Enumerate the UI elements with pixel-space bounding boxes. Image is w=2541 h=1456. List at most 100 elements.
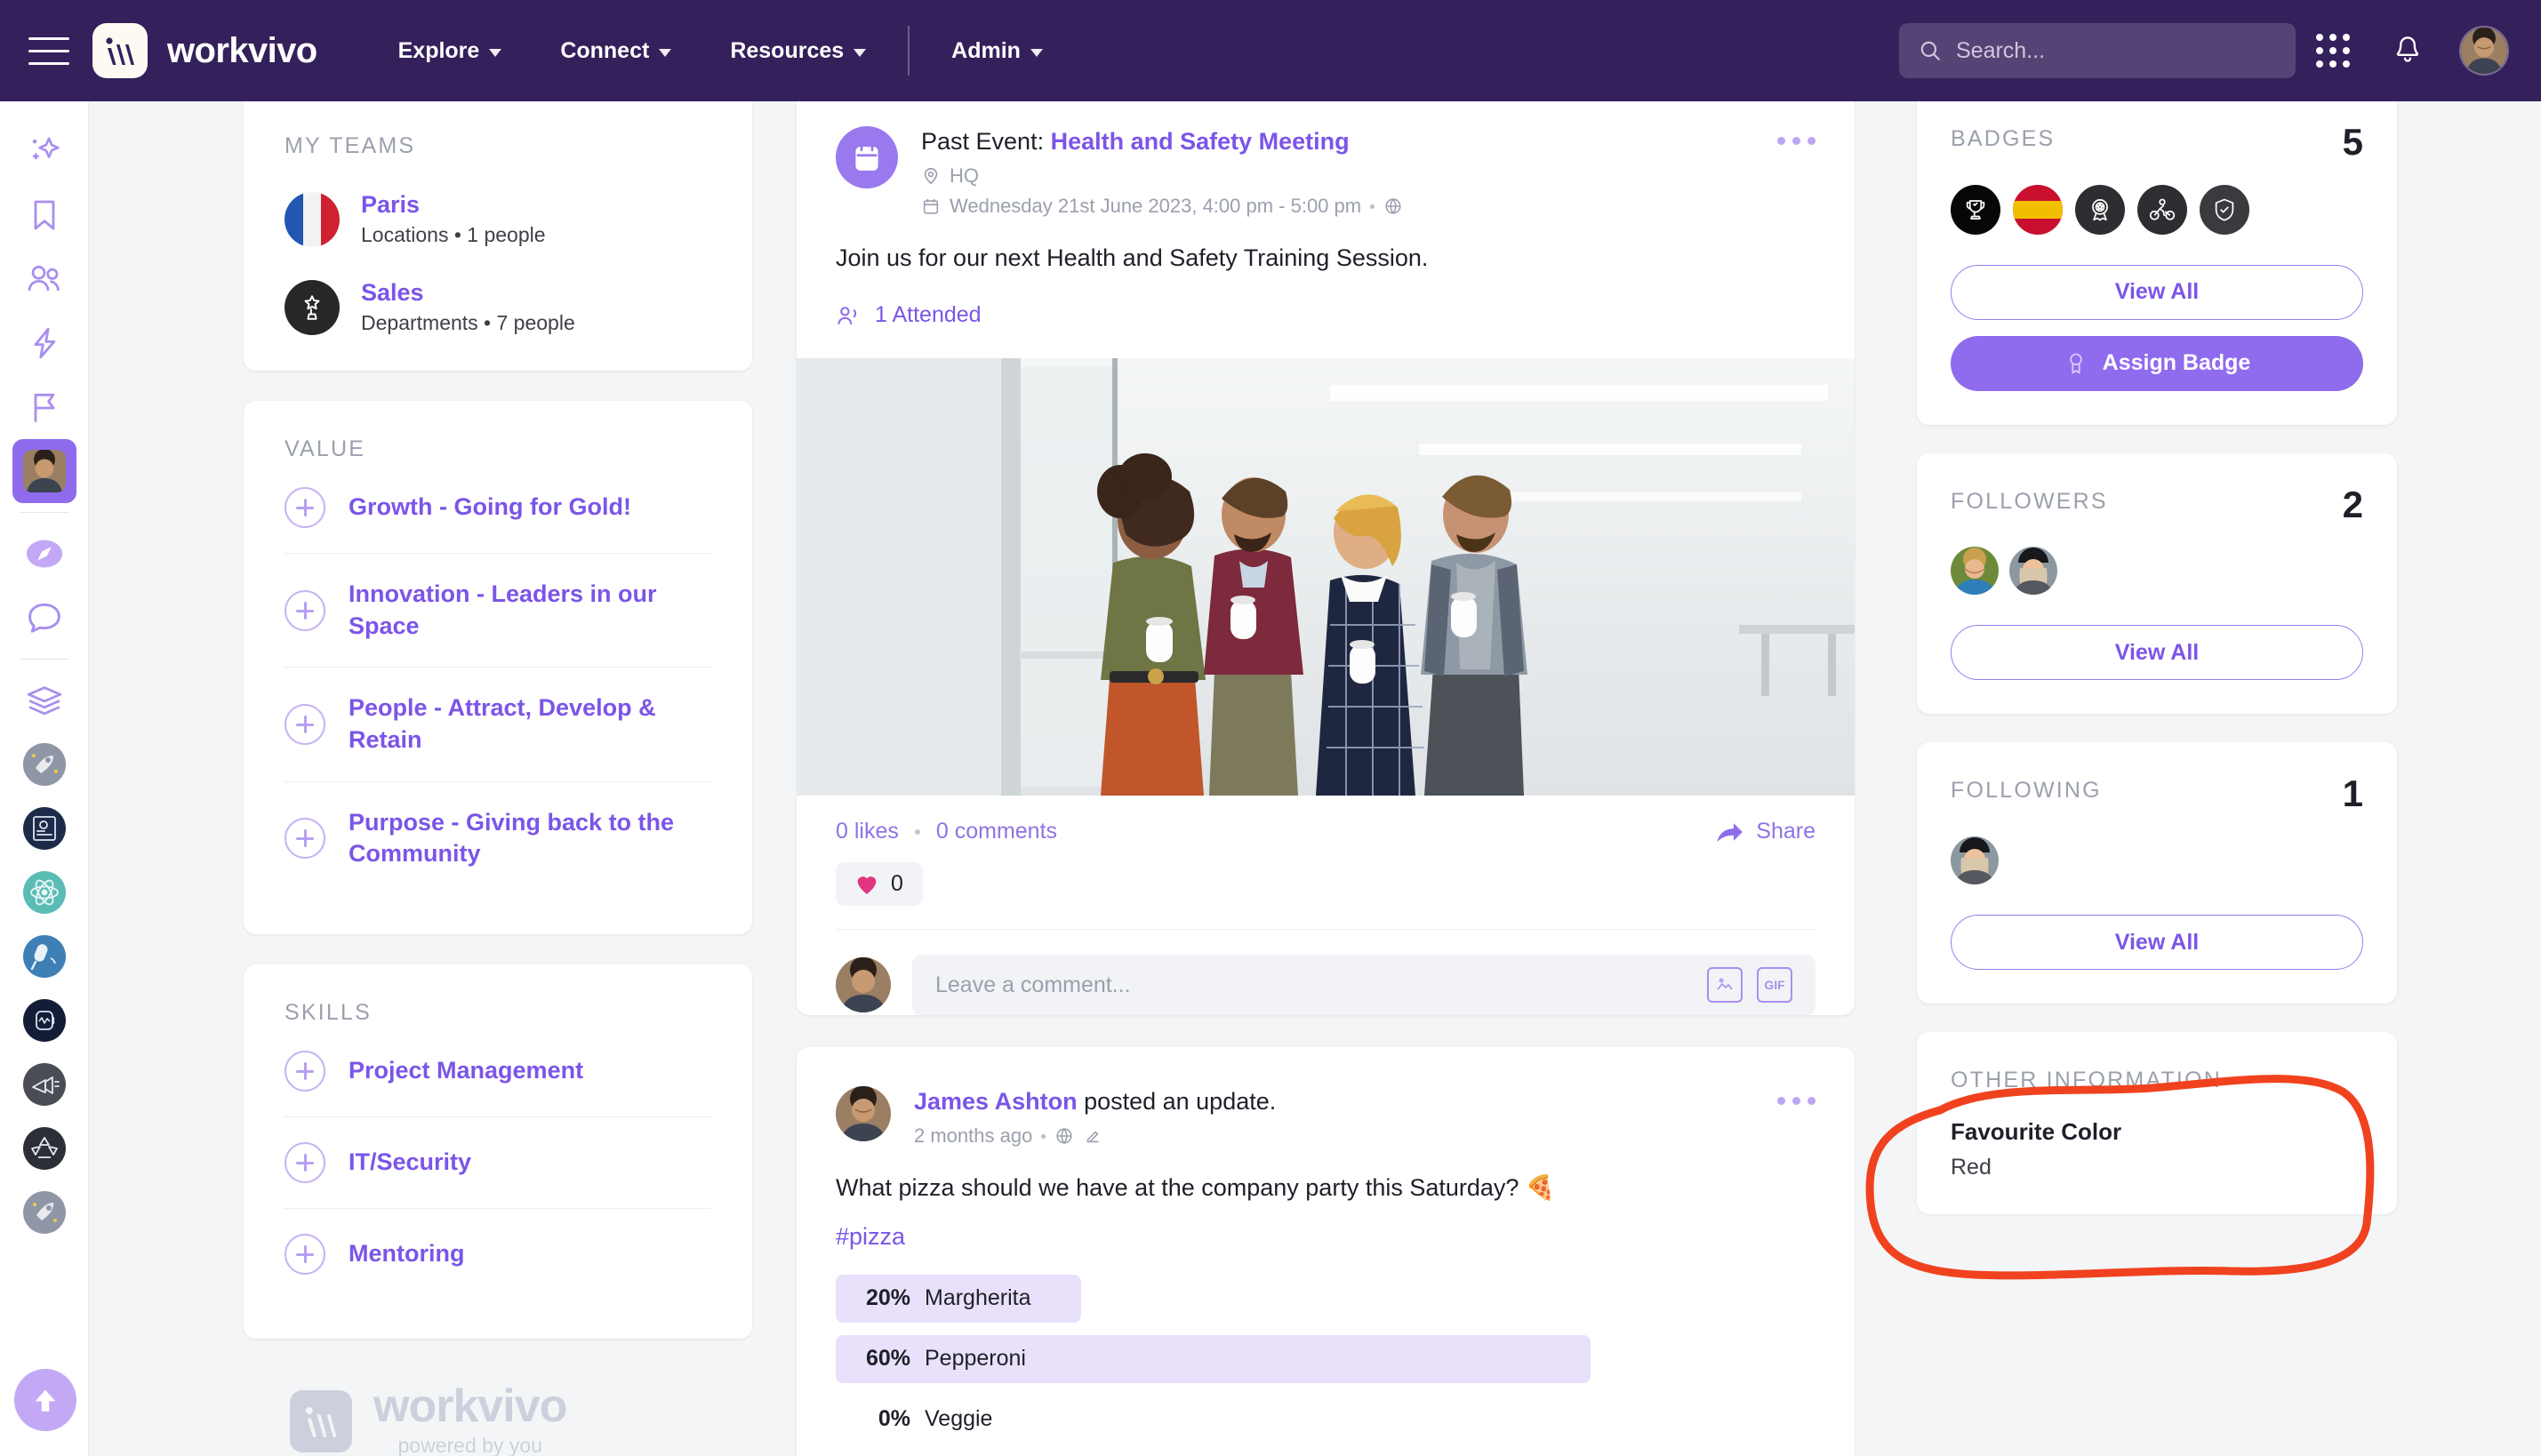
value-label: Purpose - Giving back to the Community bbox=[349, 808, 675, 868]
more-options-icon[interactable] bbox=[1777, 137, 1816, 145]
scroll-to-top-button[interactable] bbox=[14, 1369, 76, 1431]
poll-option-pepperoni[interactable]: 60% Pepperoni bbox=[836, 1334, 1816, 1383]
datetime-text: Wednesday 21st June 2023, 4:00 pm - 5:00… bbox=[950, 195, 1362, 218]
more-options-icon[interactable] bbox=[1777, 1097, 1816, 1106]
hamburger-menu-icon[interactable] bbox=[28, 33, 69, 68]
nav-item-admin[interactable]: Admin bbox=[922, 0, 1072, 101]
author-avatar[interactable] bbox=[836, 1086, 891, 1142]
workvivo-logo-icon bbox=[290, 1390, 352, 1453]
value-item-people[interactable]: People - Attract, Develop & Retain bbox=[285, 667, 711, 780]
brand-logo[interactable]: workvivo bbox=[92, 23, 317, 78]
follower-avatar-2[interactable] bbox=[2009, 547, 2057, 596]
gif-icon[interactable]: GIF bbox=[1757, 967, 1792, 1004]
value-title: VALUE bbox=[285, 436, 366, 462]
attended-link[interactable]: 1 Attended bbox=[797, 276, 1855, 358]
following-view-all-button[interactable]: View All bbox=[1951, 915, 2363, 971]
skill-item-mentoring[interactable]: Mentoring bbox=[285, 1207, 711, 1300]
map-pin-icon bbox=[924, 168, 938, 185]
separator-dot bbox=[1370, 204, 1375, 209]
bell-icon[interactable] bbox=[2370, 35, 2445, 67]
skill-item-project-management[interactable]: Project Management bbox=[285, 1026, 711, 1116]
reaction-count: 0 bbox=[891, 871, 903, 897]
chat-bubble-icon[interactable] bbox=[12, 586, 76, 650]
add-icon[interactable] bbox=[285, 818, 325, 860]
shield-check-badge-icon[interactable] bbox=[2200, 184, 2249, 235]
badges-view-all-button[interactable]: View All bbox=[1951, 264, 2363, 320]
following-avatar-1[interactable] bbox=[1951, 836, 1999, 885]
add-icon[interactable] bbox=[285, 703, 325, 745]
hashtag-link[interactable]: #pizza bbox=[836, 1220, 905, 1254]
heart-icon bbox=[857, 876, 877, 894]
compass-icon[interactable] bbox=[12, 522, 76, 586]
add-icon[interactable] bbox=[285, 1141, 325, 1183]
followers-view-all-button[interactable]: View All bbox=[1951, 625, 2363, 681]
add-icon[interactable] bbox=[285, 1233, 325, 1275]
bookmark-icon[interactable] bbox=[12, 183, 76, 247]
space-rocket-2-icon[interactable] bbox=[12, 1180, 76, 1244]
poll-option-veggie[interactable]: 0% Veggie bbox=[836, 1396, 1816, 1444]
arrow-up-icon bbox=[35, 1389, 56, 1412]
spain-flag-badge-icon[interactable] bbox=[2013, 184, 2063, 235]
team-item-paris[interactable]: Paris Locations • 1 people bbox=[285, 191, 711, 247]
likes-link[interactable]: 0 likes bbox=[836, 819, 899, 844]
layers-icon[interactable] bbox=[12, 668, 76, 732]
image-icon[interactable] bbox=[1707, 967, 1743, 1004]
add-icon[interactable] bbox=[285, 589, 325, 631]
team-meta: Locations • 1 people bbox=[361, 223, 546, 247]
attended-text: 1 Attended bbox=[875, 302, 982, 328]
nav-item-resources[interactable]: Resources bbox=[701, 0, 895, 101]
poll-option-margherita[interactable]: 20% Margherita bbox=[836, 1274, 1816, 1323]
value-item-purpose[interactable]: Purpose - Giving back to the Community bbox=[285, 780, 711, 895]
trophy-badge-icon[interactable] bbox=[1951, 184, 2000, 235]
assign-badge-button[interactable]: Assign Badge bbox=[1951, 335, 2363, 391]
value-item-growth[interactable]: Growth - Going for Gold! bbox=[285, 462, 711, 553]
calendar-icon bbox=[923, 199, 939, 214]
value-item-innovation[interactable]: Innovation - Leaders in our Space bbox=[285, 553, 711, 667]
post-photo[interactable] bbox=[797, 358, 1855, 796]
space-watch-icon[interactable] bbox=[12, 988, 76, 1052]
space-document-icon[interactable] bbox=[12, 796, 76, 860]
comments-link[interactable]: 0 comments bbox=[936, 819, 1057, 844]
location-text: HQ bbox=[950, 164, 979, 188]
flag-icon[interactable] bbox=[12, 375, 76, 439]
apps-grid-icon[interactable] bbox=[2296, 34, 2370, 68]
chevron-down-icon bbox=[854, 48, 867, 57]
poll-percent: 0% bbox=[878, 1406, 910, 1432]
skill-item-it-security[interactable]: IT/Security bbox=[285, 1116, 711, 1208]
author-name[interactable]: James Ashton bbox=[914, 1088, 1078, 1115]
team-item-sales[interactable]: Sales Departments • 7 people bbox=[285, 279, 711, 335]
badges-title: BADGES bbox=[1951, 126, 2056, 151]
nav-item-explore[interactable]: Explore bbox=[369, 0, 532, 101]
share-button[interactable]: Share bbox=[1715, 819, 1816, 844]
people-icon[interactable] bbox=[12, 247, 76, 311]
nav-divider bbox=[908, 26, 910, 76]
sparkle-icon[interactable] bbox=[12, 119, 76, 183]
post-time: 2 months ago bbox=[914, 1124, 1033, 1148]
space-microphone-icon[interactable] bbox=[12, 924, 76, 988]
space-document-avatar bbox=[22, 807, 66, 850]
add-icon[interactable] bbox=[285, 487, 325, 529]
space-rocket-icon[interactable] bbox=[12, 732, 76, 796]
space-megaphone-icon[interactable] bbox=[12, 1052, 76, 1116]
reaction-heart-button[interactable]: 0 bbox=[836, 862, 923, 907]
space-atom-icon[interactable] bbox=[12, 860, 76, 924]
team-name: Sales bbox=[361, 279, 424, 307]
user-avatar[interactable] bbox=[2459, 26, 2509, 76]
cyclist-badge-icon[interactable] bbox=[2137, 184, 2187, 235]
info-value-favourite-color: Red bbox=[1951, 1155, 1992, 1180]
space-recycle-icon[interactable] bbox=[12, 1116, 76, 1180]
add-icon[interactable] bbox=[285, 1050, 325, 1092]
space-rocket-2-avatar bbox=[22, 1191, 66, 1234]
search-input[interactable]: Search... bbox=[1899, 23, 2296, 78]
followers-title: FOLLOWERS bbox=[1951, 488, 2108, 514]
value-label: Growth - Going for Gold! bbox=[349, 493, 631, 521]
comment-input[interactable]: Leave a comment... GIF bbox=[912, 955, 1816, 1016]
follower-avatar-1[interactable] bbox=[1951, 547, 1999, 596]
sidebar-item-profile[interactable] bbox=[12, 439, 76, 503]
space-rocket-avatar bbox=[22, 743, 66, 786]
event-title-link[interactable]: Health and Safety Meeting bbox=[1051, 128, 1350, 155]
nav-item-connect[interactable]: Connect bbox=[531, 0, 701, 101]
skills-card: SKILLS Project Management IT/Security Me… bbox=[244, 964, 752, 1339]
lightning-icon[interactable] bbox=[12, 311, 76, 375]
award-ribbon-badge-icon[interactable] bbox=[2075, 184, 2125, 235]
